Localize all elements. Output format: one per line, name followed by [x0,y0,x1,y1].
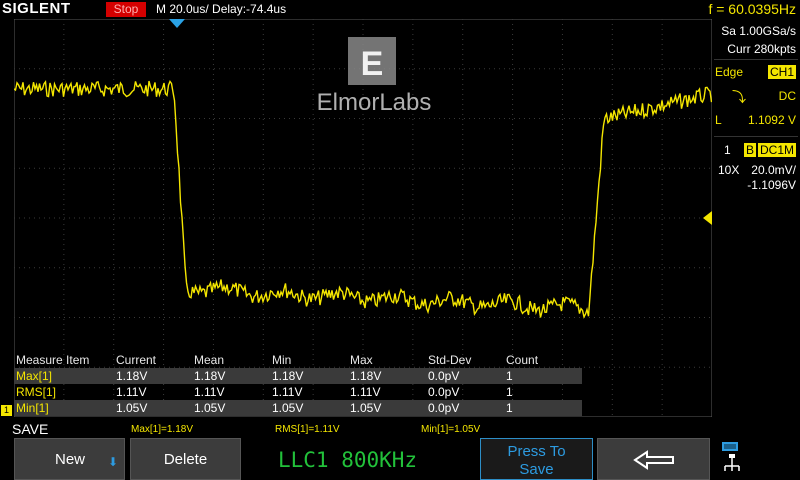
table-row: Min[1] 1.05V 1.05V 1.05V 1.05V 0.0pV 1 [14,400,582,416]
rising-edge-icon: ⤵ [732,89,746,105]
table-cell: 1.05V [194,401,226,415]
vertical-offset[interactable]: -1.1096V [747,178,796,192]
trigger-level-marker[interactable] [703,211,712,225]
table-cell: 1.11V [272,385,303,399]
memory-depth: Curr 280kpts [727,42,796,56]
stat-max: Max[1]=1.18V [131,424,193,435]
sample-rate: Sa 1.00GSa/s [721,24,796,38]
channel-number: 1 [724,143,731,157]
column-header: Count [506,353,539,367]
table-cell: 1 [506,401,513,415]
trigger-level[interactable]: 1.1092 V [748,113,796,127]
table-cell: 1.05V [272,401,304,415]
probe-attenuation: 10X [718,163,740,177]
return-arrow-icon [633,450,674,470]
vertical-scale[interactable]: 20.0mV/ [751,163,796,177]
table-cell: 1.05V [350,401,382,415]
arrow-down-icon: ⬇ [107,455,118,469]
table-cell: 1.18V [116,369,148,383]
table-cell: 1 [506,385,513,399]
table-cell: 1.11V [116,385,147,399]
timebase-readout[interactable]: M 20.0us/ Delay:-74.4us [156,2,286,16]
new-button-label: New [55,451,86,468]
bandwidth-limit-badge: B [744,143,757,157]
measure-item: Max[1] [16,369,53,383]
brand-logo: SIGLENT [2,0,71,17]
table-cell: 1 [506,369,513,383]
watermark-text: ElmorLabs [317,89,432,116]
measure-item: Min[1] [16,401,49,415]
column-header: Mean [194,353,225,367]
delete-button[interactable]: Delete [130,438,241,480]
table-cell: 1.11V [194,385,225,399]
trigger-type[interactable]: Edge [715,65,743,79]
horizontal-delay: Delay:-74.4us [212,2,287,16]
measurement-table: Measure Item Current Mean Min Max Std-De… [14,352,582,416]
table-cell: 0.0pV [428,369,460,383]
stat-rms: RMS[1]=1.11V [275,424,340,435]
press-line-2: Save [519,461,554,478]
network-usb-icon [722,442,740,471]
overlay-annotation: LLC1 800KHz [278,448,418,472]
ch1-ground-marker[interactable]: 1 [1,405,12,416]
column-header: Std-Dev [428,353,472,367]
new-button[interactable]: New ⬇ [14,438,125,480]
frequency-counter: f = 60.0395Hz [708,1,796,17]
table-cell: 1.18V [194,369,226,383]
trigger-position-marker[interactable] [169,19,185,28]
delete-button-label: Delete [163,451,208,468]
trigger-level-label: L [715,113,722,127]
table-row: Max[1] 1.18V 1.18V 1.18V 1.18V 0.0pV 1 [14,368,582,384]
table-cell: 1.11V [350,385,381,399]
horizontal-scale: M 20.0us/ [156,2,209,16]
back-button[interactable] [597,438,710,480]
table-cell: 1.05V [116,401,148,415]
table-row: RMS[1] 1.11V 1.11V 1.11V 1.11V 0.0pV 1 [14,384,582,400]
table-cell: 1.18V [350,369,382,383]
svg-text:E: E [361,45,384,83]
press-to-save-button[interactable]: Press To Save [480,438,593,480]
table-header: Measure Item Current Mean Min Max Std-De… [14,352,582,368]
right-info-panel: Sa 1.00GSa/s Curr 280kpts Edge CH1 ⤵ DC … [712,19,800,417]
column-header: Current [116,353,157,367]
table-cell: 0.0pV [428,401,460,415]
column-header: Min [272,353,292,367]
menu-title: SAVE [12,421,49,437]
trigger-source[interactable]: CH1 [767,65,796,79]
measure-item: RMS[1] [16,385,57,399]
table-cell: 0.0pV [428,385,460,399]
press-line-1: Press To [507,443,566,460]
trigger-coupling[interactable]: DC [779,89,796,103]
stat-min: Min[1]=1.05V [421,424,481,435]
run-stop-status[interactable]: Stop [106,2,146,17]
channel-coupling[interactable]: DC1M [757,143,796,157]
column-header: Measure Item [16,353,90,367]
column-header: Max [350,353,373,367]
table-cell: 1.18V [272,369,304,383]
